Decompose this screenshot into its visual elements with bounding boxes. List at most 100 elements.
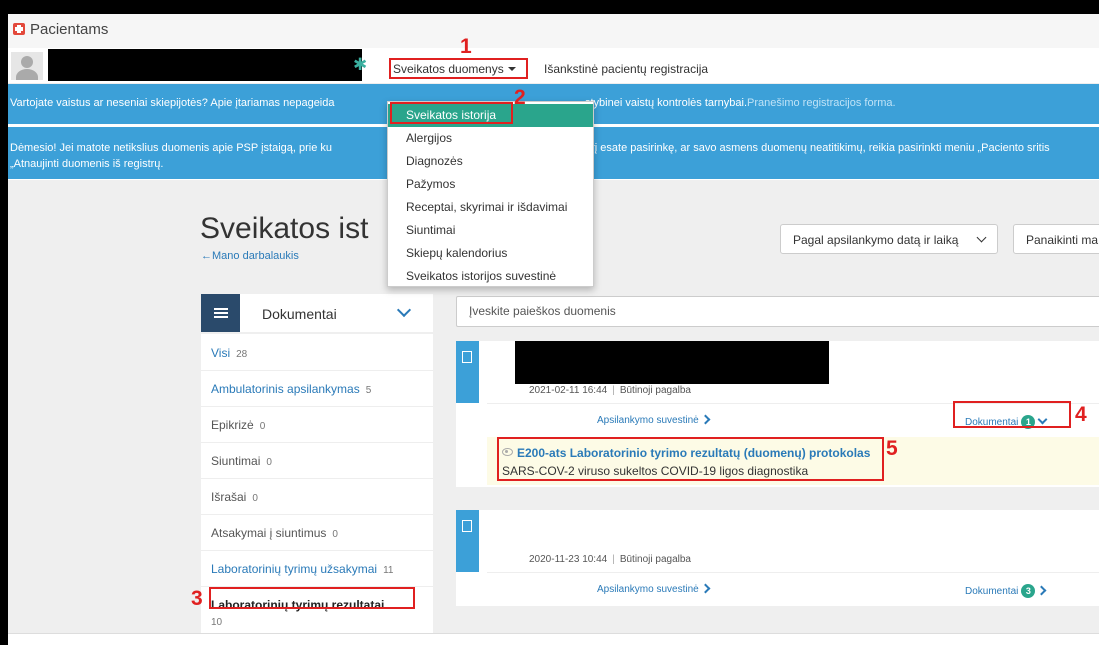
document-subtitle: SARS-COV-2 viruso sukeltos COVID-19 ligo… — [502, 464, 809, 478]
category-item-active[interactable]: Laboratorinių tyrimų rezultatai — [211, 598, 384, 612]
alert-text-right: stybinei vaistų kontrolės tarnybai.Prane… — [585, 97, 896, 109]
category-label: Išrašai — [211, 490, 247, 504]
nav-health-data-label: Sveikatos duomenys — [393, 62, 504, 76]
category-count: 11 — [383, 565, 394, 576]
menu-item-allergies[interactable]: Alergijos — [388, 127, 593, 150]
chevron-down-icon — [1037, 414, 1048, 425]
visit-summary-link[interactable]: Apsilankymo suvestinė — [597, 414, 711, 426]
report-form-link[interactable]: Pranešimo registracijos forma. — [747, 97, 896, 109]
annotation-number-2: 2 — [514, 86, 526, 109]
visit-card: 2020-11-23 10:44 | Būtinoji pagalba Apsila… — [456, 510, 1099, 606]
visit-documents-label: Dokumentai — [965, 417, 1019, 428]
browser-frame: Pacientams ✱ Sveikatos duomenys Išanksti… — [8, 14, 1099, 645]
document-count-badge: 1 — [1021, 415, 1036, 429]
category-count: 0 — [266, 457, 272, 468]
divider — [201, 478, 433, 479]
divider — [201, 370, 433, 371]
chevron-right-icon — [1036, 585, 1047, 596]
asterisk-icon: ✱ — [353, 55, 368, 74]
chevron-down-icon — [976, 232, 987, 243]
category-item[interactable]: Ambulatorinis apsilankymas 5 — [211, 382, 371, 396]
visit-meta: 2020-11-23 10:44 | Būtinoji pagalba — [529, 554, 691, 565]
title-bar: Pacientams — [8, 14, 1099, 49]
visit-links: Apsilankymo suvestinė Dokumentai 3 — [487, 572, 1099, 607]
menu-item-certificates[interactable]: Pažymos — [388, 173, 593, 196]
clear-filters-label: Panaikinti ma — [1026, 233, 1099, 247]
nav-patient-registration[interactable]: Išankstinė pacientų registracija — [544, 62, 708, 76]
menu-item-health-history[interactable]: Sveikatos istorija — [388, 104, 593, 127]
category-count: 0 — [332, 529, 338, 540]
annotation-number-4: 4 — [1075, 403, 1087, 426]
menu-item-history-summary[interactable]: Sveikatos istorijos suvestinė — [388, 265, 593, 288]
separator: | — [612, 554, 615, 565]
avatar[interactable] — [11, 52, 43, 80]
category-count: 10 — [211, 617, 223, 628]
clear-filters-button[interactable]: Panaikinti ma — [1013, 224, 1099, 254]
document-title-wrap[interactable]: E200-ats Laboratorinio tyrimo rezultatų … — [502, 446, 870, 460]
sort-select[interactable]: Pagal apsilankymo datą ir laiką — [780, 224, 998, 254]
menu-item-prescriptions[interactable]: Receptai, skyrimai ir išdavimai — [388, 196, 593, 219]
category-count: 5 — [365, 385, 372, 396]
chevron-down-icon[interactable] — [396, 302, 412, 318]
visit-summary-label: Apsilankymo suvestinė — [597, 415, 699, 426]
divider — [201, 550, 433, 551]
visit-documents-label: Dokumentai — [965, 586, 1019, 597]
divider — [201, 514, 433, 515]
building-icon — [456, 510, 479, 572]
visit-documents-toggle[interactable]: Dokumentai 1 — [965, 414, 1048, 429]
alert-text-right: urį esate pasirinkę, ar savo asmens duom… — [585, 142, 1050, 154]
annotation-number-5: 5 — [886, 437, 898, 460]
alert-text-left: Vartojate vaistus ar neseniai skiepijotė… — [10, 97, 335, 109]
page-title: Sveikatos ist — [200, 212, 369, 245]
visit-date: 2020-11-23 10:44 — [529, 554, 608, 565]
visit-summary-label: Apsilankymo suvestinė — [597, 584, 699, 595]
nav-health-data-menu[interactable]: Sveikatos duomenys — [393, 62, 516, 76]
category-label: Epikrizė — [211, 418, 254, 432]
documents-filter-header[interactable]: Dokumentai — [201, 294, 433, 332]
separator: | — [612, 385, 615, 396]
category-label: Laboratorinių tyrimų užsakymai — [211, 562, 378, 576]
category-item[interactable]: Epikrizė 0 — [211, 418, 265, 432]
visit-type: Būtinoji pagalba — [619, 385, 691, 396]
alert-text-line2: „Atnaujinti duomenis iš registrų. — [10, 158, 164, 170]
document-title: E200-ats Laboratorinio tyrimo rezultatų … — [517, 446, 871, 460]
category-label: Visi — [211, 346, 231, 360]
visit-summary-link[interactable]: Apsilankymo suvestinė — [597, 583, 711, 595]
divider — [201, 586, 433, 587]
menu-item-vaccination-calendar[interactable]: Skiepų kalendorius — [388, 242, 593, 265]
document-row[interactable]: E200-ats Laboratorinio tyrimo rezultatų … — [487, 437, 1099, 485]
category-item[interactable]: Siuntimai 0 — [211, 454, 272, 468]
visit-meta: 2021-02-11 16:44 | Būtinoji pagalba — [529, 385, 691, 396]
building-icon — [456, 341, 479, 403]
category-count: 0 — [259, 421, 266, 432]
visit-documents-toggle[interactable]: Dokumentai 3 — [965, 584, 1047, 598]
caret-down-icon — [507, 67, 516, 71]
list-icon — [201, 294, 240, 332]
alert-text-left: Dėmesio! Jei matote netikslius duomenis … — [10, 142, 333, 154]
app-title: Pacientams — [30, 21, 109, 38]
category-label: Ambulatorinis apsilankymas — [211, 382, 360, 396]
category-item[interactable]: Išrašai 0 — [211, 490, 258, 504]
eye-icon — [502, 448, 513, 456]
search-input[interactable] — [467, 303, 1091, 319]
back-to-dashboard-link[interactable]: ←Mano darbalaukis — [201, 250, 299, 262]
sort-select-value: Pagal apsilankymo datą ir laiką — [793, 233, 959, 247]
documents-header-label: Dokumentai — [262, 306, 337, 322]
redacted-institution — [515, 341, 829, 384]
document-category-list: Visi 28 Ambulatorinis apsilankymas 5 Epikr… — [201, 334, 433, 645]
menu-item-diagnoses[interactable]: Diagnozės — [388, 150, 593, 173]
divider — [201, 406, 433, 407]
category-item[interactable]: Visi 28 — [211, 346, 247, 360]
category-label: Laboratorinių tyrimų rezultatai — [211, 598, 385, 612]
alert-text: stybinei vaistų kontrolės tarnybai. — [585, 97, 748, 109]
category-item[interactable]: Laboratorinių tyrimų užsakymai 11 — [211, 562, 393, 576]
health-data-dropdown: Sveikatos istorija Alergijos Diagnozės P… — [387, 101, 594, 287]
category-label: Atsakymai į siuntimus — [211, 526, 327, 540]
visit-card: 2021-02-11 16:44 | Būtinoji pagalba Apsila… — [456, 341, 1099, 487]
category-item[interactable]: Atsakymai į siuntimus 0 — [211, 526, 338, 540]
chevron-right-icon — [700, 583, 711, 594]
visit-date: 2021-02-11 16:44 — [529, 385, 608, 396]
user-nav-bar: ✱ Sveikatos duomenys Išankstinė pacientų… — [8, 48, 1099, 84]
menu-item-referrals[interactable]: Siuntimai — [388, 219, 593, 242]
category-count: 28 — [236, 349, 248, 360]
